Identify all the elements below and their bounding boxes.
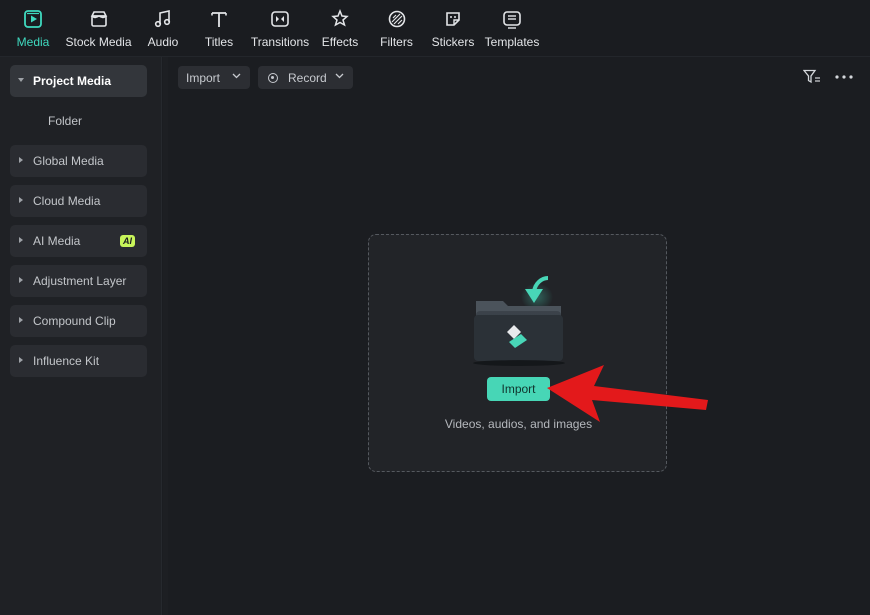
chevron-down-icon [232, 73, 241, 79]
sidebar-item-label: Folder [48, 114, 83, 128]
sidebar-item-cloud-media[interactable]: Cloud Media [10, 185, 147, 217]
panel-divider [163, 57, 168, 615]
app-window: Media Stock Media Audio Titles Transitio… [0, 0, 870, 615]
tab-effects[interactable]: Effects [306, 0, 374, 57]
import-dropdown[interactable]: Import [178, 66, 250, 89]
record-icon [268, 72, 278, 83]
caret-down-icon [18, 78, 24, 82]
tab-filters-label: Filters [380, 35, 413, 49]
import-dropdown-label: Import [186, 70, 221, 85]
sidebar-item-label: Influence Kit [33, 354, 100, 368]
caret-right-icon [19, 277, 23, 283]
chevron-down-icon [335, 73, 344, 79]
caret-right-icon [19, 357, 23, 363]
tab-media-label: Media [16, 35, 50, 49]
sidebar-item-adjustment-layer[interactable]: Adjustment Layer [10, 265, 147, 297]
tab-filters[interactable]: Filters [374, 0, 419, 57]
record-dropdown[interactable]: Record [258, 66, 353, 89]
stickers-icon [442, 8, 464, 30]
more-icon[interactable] [835, 75, 853, 79]
sidebar-item-label: Compound Clip [33, 314, 116, 328]
tab-titles[interactable]: Titles [184, 0, 254, 57]
tab-transitions[interactable]: Transitions [250, 0, 310, 57]
templates-icon [501, 8, 523, 30]
sidebar-item-folder[interactable]: Folder [10, 105, 147, 137]
sidebar-item-ai-media[interactable]: AI Media AI [10, 225, 147, 257]
tab-effects-label: Effects [321, 35, 359, 49]
caret-right-icon [19, 317, 23, 323]
tab-audio[interactable]: Audio [142, 0, 184, 57]
import-button[interactable]: Import [487, 377, 550, 401]
media-icon [22, 8, 44, 30]
tab-stickers-label: Stickers [431, 35, 475, 49]
sidebar-item-label: Adjustment Layer [33, 274, 127, 288]
sidebar-item-global-media[interactable]: Global Media [10, 145, 147, 177]
tab-stock-media[interactable]: Stock Media [55, 0, 142, 57]
filters-icon [386, 8, 408, 30]
tab-transitions-label: Transitions [250, 35, 310, 49]
annotation-arrow-icon [547, 365, 708, 422]
import-folder-icon [473, 276, 565, 366]
media-library-panel: Import Record Import Videos, audios, and… [163, 57, 870, 615]
sidebar-item-project-media[interactable]: Project Media [10, 65, 147, 97]
tab-titles-label: Titles [204, 35, 234, 49]
record-dropdown-label: Record [288, 70, 327, 85]
tab-templates[interactable]: Templates [484, 0, 540, 57]
caret-right-icon [19, 237, 23, 243]
tab-stock-media-label: Stock Media [65, 35, 132, 49]
tab-audio-label: Audio [147, 35, 179, 49]
sidebar-item-label: Global Media [33, 154, 104, 168]
sidebar-item-influence-kit[interactable]: Influence Kit [10, 345, 147, 377]
stock-media-icon [88, 8, 110, 30]
sidebar-item-label: Cloud Media [33, 194, 101, 208]
caret-right-icon [19, 157, 23, 163]
filter-icon[interactable] [803, 69, 821, 85]
sidebar-item-label: Project Media [33, 74, 112, 88]
transitions-icon [269, 8, 291, 30]
top-toolbar: Media Stock Media Audio Titles Transitio… [0, 0, 870, 57]
titles-icon [208, 8, 230, 30]
tab-media[interactable]: Media [11, 0, 55, 57]
media-sidebar: Project Media Folder Global Media Cloud … [0, 57, 162, 615]
effects-icon [329, 8, 351, 30]
sidebar-item-label: AI Media [33, 234, 81, 248]
caret-right-icon [19, 197, 23, 203]
sidebar-item-compound-clip[interactable]: Compound Clip [10, 305, 147, 337]
tab-stickers[interactable]: Stickers [419, 0, 487, 57]
ai-badge: AI [120, 235, 135, 247]
tab-templates-label: Templates [484, 35, 540, 49]
audio-icon [152, 8, 174, 30]
